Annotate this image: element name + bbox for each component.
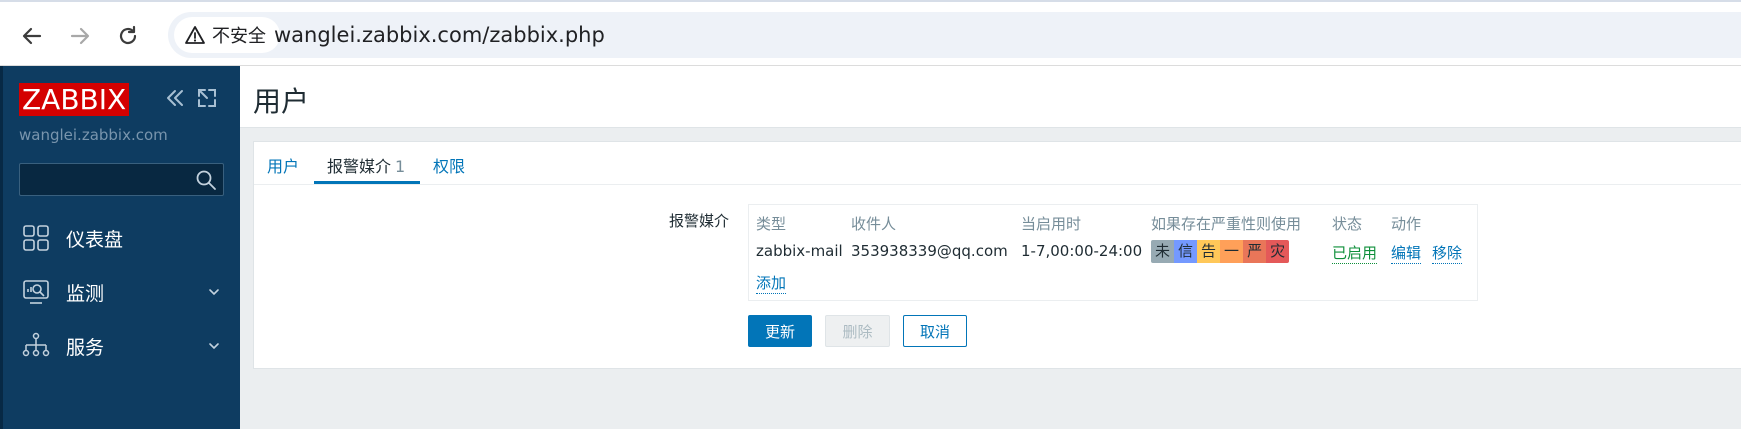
active-tab-indicator — [314, 181, 420, 184]
update-button[interactable]: 更新 — [748, 315, 812, 347]
severity-average: 一 — [1220, 240, 1244, 263]
server-name: wanglei.zabbix.com — [19, 126, 168, 144]
kiosk-mode-icon[interactable] — [195, 86, 219, 110]
security-chip[interactable]: 不安全 — [174, 17, 280, 53]
dashboard-icon — [23, 225, 49, 251]
sidebar-item-monitoring[interactable]: 监测 — [0, 267, 240, 317]
page-title: 用户 — [253, 85, 310, 118]
services-icon — [22, 332, 50, 357]
media-field-label: 报警媒介 — [669, 212, 730, 230]
severity-warning: 告 — [1197, 240, 1221, 263]
tab-media-label: 报警媒介 — [327, 157, 392, 176]
sidebar-item-dashboard[interactable]: 仪表盘 — [0, 213, 240, 263]
monitoring-icon — [23, 280, 49, 304]
column-header-type: 类型 — [756, 215, 787, 233]
zabbix-logo[interactable]: ZABBIX — [19, 83, 130, 116]
media-when-active: 1-7,00:00-24:00 — [1021, 242, 1143, 260]
column-header-status: 状态 — [1332, 215, 1363, 233]
edit-link[interactable]: 编辑 — [1391, 242, 1422, 264]
tab-media[interactable]: 报警媒介 1 — [327, 153, 405, 177]
page-header: 用户 — [240, 66, 1741, 128]
severity-high: 严 — [1243, 240, 1267, 263]
tab-strip — [0, 0, 1741, 2]
chevron-down-icon — [209, 289, 219, 296]
url-text[interactable]: wanglei.zabbix.com/zabbix.php — [274, 23, 605, 47]
column-header-action: 动作 — [1391, 215, 1422, 233]
severity-disaster: 灾 — [1266, 240, 1290, 263]
chevron-down-icon — [209, 343, 219, 350]
warning-icon — [185, 26, 205, 44]
delete-button[interactable]: 删除 — [825, 315, 890, 347]
severity-not-classified: 未 — [1151, 240, 1175, 263]
search-icon[interactable] — [195, 169, 217, 191]
forward-button[interactable] — [64, 20, 96, 52]
address-bar[interactable]: 不安全 wanglei.zabbix.com/zabbix.php — [168, 12, 1741, 58]
column-header-recipient: 收件人 — [851, 215, 897, 233]
sidebar-item-label: 仪表盘 — [66, 228, 124, 251]
cancel-button[interactable]: 取消 — [903, 315, 967, 347]
tab-user[interactable]: 用户 — [267, 153, 299, 177]
sidebar-search-input[interactable] — [19, 163, 224, 196]
media-recipient: 353938339@qq.com — [851, 242, 1008, 260]
reload-icon — [119, 25, 137, 45]
reload-button[interactable] — [112, 20, 144, 52]
remove-link[interactable]: 移除 — [1432, 242, 1463, 264]
arrow-left-icon — [22, 27, 42, 45]
sidebar-item-label: 监测 — [66, 282, 105, 305]
add-media-link[interactable]: 添加 — [756, 272, 787, 294]
tab-media-count: 1 — [395, 157, 406, 176]
column-header-when-active: 当启用时 — [1021, 215, 1082, 233]
sidebar-item-services[interactable]: 服务 — [0, 321, 240, 371]
browser-toolbar: 不安全 wanglei.zabbix.com/zabbix.php — [0, 0, 1741, 66]
tab-permissions[interactable]: 权限 — [433, 153, 465, 177]
tab-bar: 用户 报警媒介 1 权限 — [254, 142, 1741, 185]
column-header-severity: 如果存在严重性则使用 — [1151, 215, 1302, 233]
security-label: 不安全 — [212, 26, 266, 47]
sidebar-item-label: 服务 — [66, 336, 105, 359]
severity-indicator: 未 信 告 一 严 灾 — [1151, 240, 1290, 263]
media-type: zabbix-mail — [756, 242, 843, 260]
status-toggle-link[interactable]: 已启用 — [1332, 242, 1378, 264]
collapse-sidebar-icon[interactable] — [163, 86, 187, 110]
severity-information: 信 — [1174, 240, 1198, 263]
arrow-right-icon — [70, 27, 90, 45]
back-button[interactable] — [16, 20, 48, 52]
